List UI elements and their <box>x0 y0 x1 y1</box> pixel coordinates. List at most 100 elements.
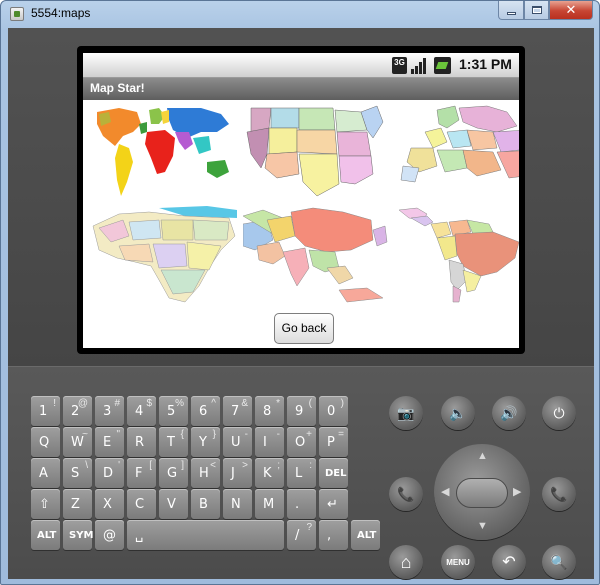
key-label: 4 <box>135 404 144 419</box>
africa-map[interactable] <box>89 206 239 304</box>
key-2-button[interactable]: 2 @ <box>63 396 92 426</box>
key-m-button[interactable]: M <box>255 489 284 519</box>
app-title: Map Star! <box>90 81 145 95</box>
key-label: E <box>103 435 112 450</box>
world-map[interactable] <box>89 102 239 200</box>
asia-map[interactable] <box>243 206 393 304</box>
back-button[interactable]: ↶ <box>492 545 526 579</box>
key-p-button[interactable]: P = <box>319 427 348 457</box>
key-@-button[interactable]: @ <box>95 520 124 550</box>
key-alt-button[interactable]: ALT <box>351 520 380 550</box>
dpad-down-icon[interactable]: ▼ <box>477 520 488 532</box>
key-g-button[interactable]: G] <box>159 458 188 488</box>
key-i-button[interactable]: I- <box>255 427 284 457</box>
maximize-button[interactable] <box>524 1 549 20</box>
volume-up-button[interactable]: 🔊 <box>492 396 526 430</box>
key-label: S <box>71 466 80 481</box>
key-alt-label: ? <box>306 522 312 533</box>
key-b-button[interactable]: B <box>191 489 220 519</box>
device-screen: 3G 1:31 PM Map Star! Go back <box>83 53 519 348</box>
end-call-button[interactable]: 📞 <box>542 477 576 511</box>
map-grid <box>83 100 519 308</box>
key-n-button[interactable]: N <box>223 489 252 519</box>
dpad-up-icon[interactable]: ▲ <box>477 450 488 462</box>
power-icon: ⏻ <box>553 404 565 421</box>
key-alt-button[interactable]: ALT <box>31 520 60 550</box>
key-sym-button[interactable]: SYM <box>63 520 93 550</box>
key-↵-button[interactable]: ↵ <box>319 489 348 519</box>
key-x-button[interactable]: X <box>95 489 124 519</box>
key-label: 0 <box>327 404 336 419</box>
key-label: P <box>327 435 335 450</box>
minimize-button[interactable] <box>498 1 524 20</box>
key-alt-label: % <box>175 398 184 409</box>
window-controls: ✕ <box>498 1 593 21</box>
key-c-button[interactable]: C <box>127 489 156 519</box>
emulator-screen-area: 3G 1:31 PM Map Star! Go back <box>8 28 594 366</box>
key-del-button[interactable]: DEL <box>319 458 348 488</box>
key-f-button[interactable]: F[ <box>127 458 156 488</box>
usa-map[interactable] <box>243 102 393 200</box>
dpad[interactable]: ▲ ▼ ◀ ▶ <box>434 444 530 540</box>
key-s-button[interactable]: S \ <box>63 458 92 488</box>
key-w-button[interactable]: W ~ <box>63 427 92 457</box>
key-9-button[interactable]: 9( <box>287 396 316 426</box>
menu-button[interactable]: MENU <box>441 545 475 579</box>
menu-label: MENU <box>446 557 470 567</box>
key-,-button[interactable]: , <box>319 520 348 550</box>
key-h-button[interactable]: H < <box>191 458 220 488</box>
key-k-button[interactable]: K; <box>255 458 284 488</box>
key-3-button[interactable]: 3 # <box>95 396 124 426</box>
key-/-button[interactable]: /? <box>287 520 316 550</box>
volume-down-button[interactable]: 🔈 <box>441 396 475 430</box>
key-.-button[interactable]: . <box>287 489 316 519</box>
key-alt-label: * <box>276 398 280 409</box>
key-label: I <box>263 435 267 450</box>
key-d-button[interactable]: D ' <box>95 458 124 488</box>
key-0-button[interactable]: 0) <box>319 396 348 426</box>
key-j-button[interactable]: J > <box>223 458 252 488</box>
key-v-button[interactable]: V <box>159 489 188 519</box>
close-button[interactable]: ✕ <box>549 1 593 20</box>
europe-map[interactable] <box>397 102 519 200</box>
key-8-button[interactable]: 8 * <box>255 396 284 426</box>
call-button[interactable]: 📞 <box>389 477 423 511</box>
key-z-button[interactable]: Z <box>63 489 92 519</box>
emulator-body: 3G 1:31 PM Map Star! Go back 1 ! 2 @ 3 #… <box>8 28 594 579</box>
key-t-button[interactable]: T{ <box>159 427 188 457</box>
key-alt-label: # <box>114 398 120 409</box>
dpad-left-icon[interactable]: ◀ <box>441 485 449 498</box>
key-l-button[interactable]: L: <box>287 458 316 488</box>
emulator-window: 5554:maps ✕ 3G 1:31 PM Map Star! Go back… <box>0 0 600 585</box>
key-label: 3 <box>103 404 112 419</box>
key-r-button[interactable]: R <box>127 427 156 457</box>
home-button[interactable]: ⌂ <box>389 545 423 579</box>
key-⇧-button[interactable]: ⇧ <box>31 489 60 519</box>
key-5-button[interactable]: 5% <box>159 396 188 426</box>
key-label: ↵ <box>327 497 338 512</box>
dpad-right-icon[interactable]: ▶ <box>513 485 521 498</box>
key-alt-label: - <box>244 429 248 440</box>
key-label: / <box>295 528 300 543</box>
key-o-button[interactable]: O + <box>287 427 316 457</box>
camera-button[interactable]: 📷 <box>389 396 423 430</box>
key-1-button[interactable]: 1! <box>31 396 60 426</box>
south-america-map[interactable] <box>397 206 519 304</box>
search-button[interactable]: 🔍 <box>542 545 576 579</box>
go-back-button[interactable]: Go back <box>274 313 334 344</box>
key-7-button[interactable]: 7 & <box>223 396 252 426</box>
key-y-button[interactable]: Y} <box>191 427 220 457</box>
key-4-button[interactable]: 4 $ <box>127 396 156 426</box>
key-label: 5 <box>167 404 176 419</box>
key-a-button[interactable]: A <box>31 458 60 488</box>
key-alt-label: [ <box>149 460 152 471</box>
power-button[interactable]: ⏻ <box>542 396 576 430</box>
key-q-button[interactable]: Q <box>31 427 60 457</box>
key-u-button[interactable]: U- <box>223 427 252 457</box>
app-title-bar: Map Star! <box>83 78 519 100</box>
key-space-button[interactable]: ␣ <box>127 520 284 550</box>
key-e-button[interactable]: E " <box>95 427 124 457</box>
dpad-center-button[interactable] <box>456 478 508 508</box>
key-alt-label: " <box>116 429 120 440</box>
key-6-button[interactable]: 6 ^ <box>191 396 220 426</box>
